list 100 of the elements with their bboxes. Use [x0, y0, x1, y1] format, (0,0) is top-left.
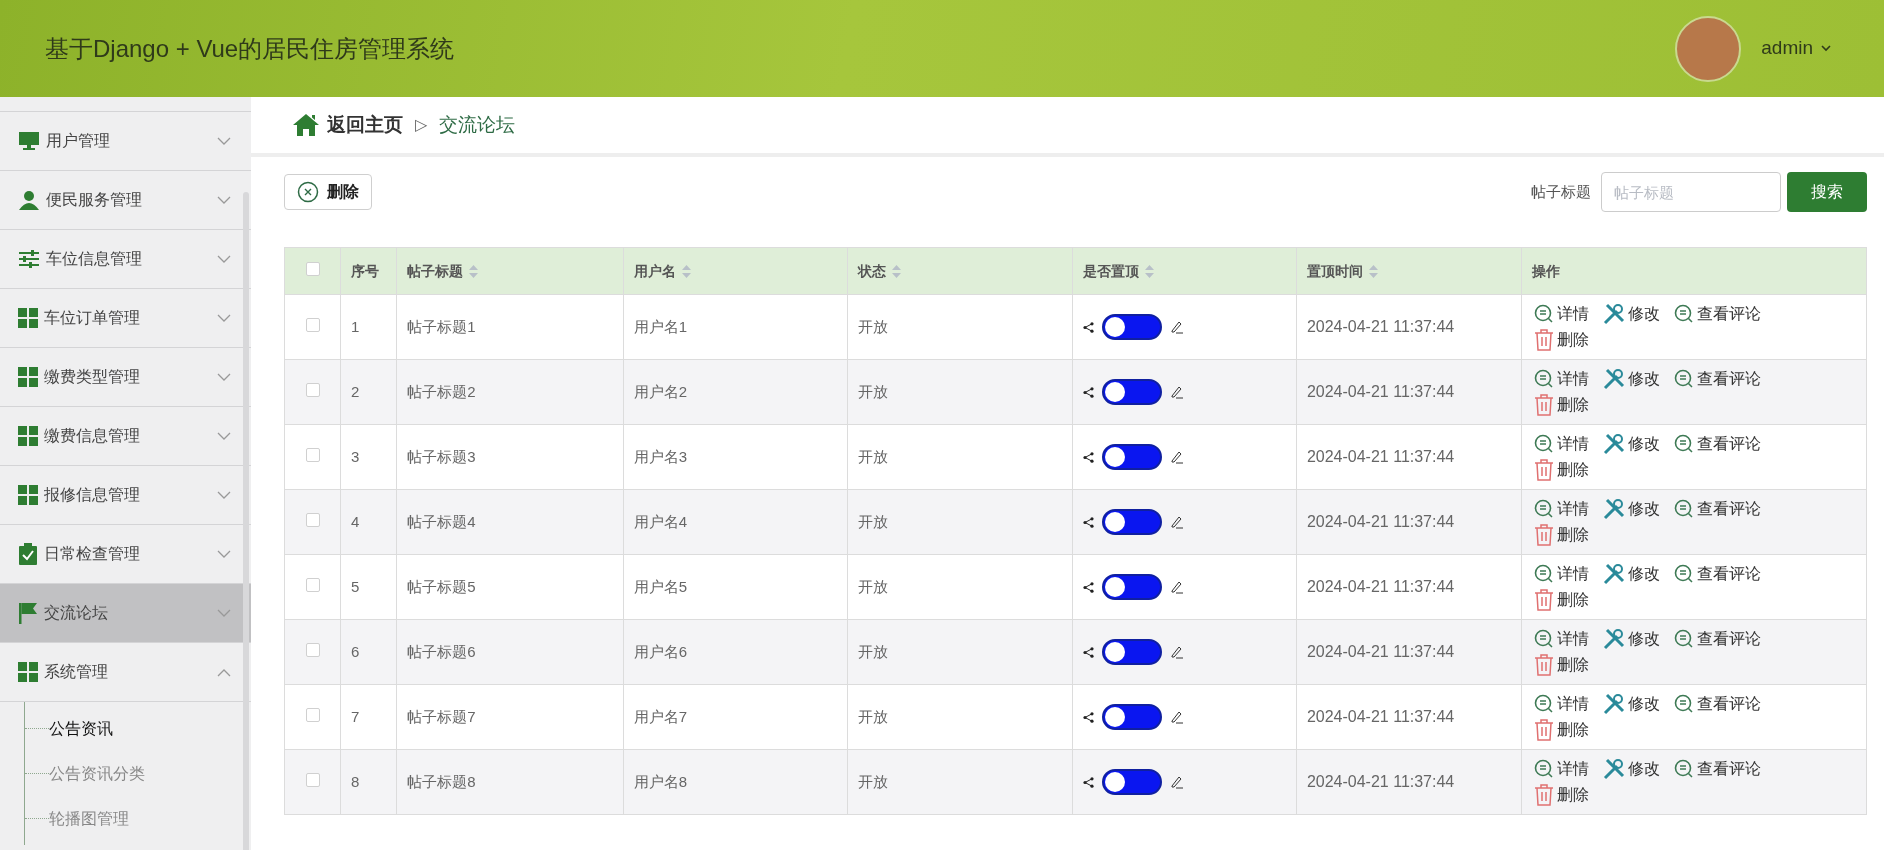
tools-icon: [1603, 303, 1626, 325]
checkbox[interactable]: [305, 447, 320, 462]
close-circle-icon: [297, 181, 319, 203]
tools-icon: [1603, 693, 1626, 715]
search-icon: [1534, 369, 1555, 389]
edit-link[interactable]: 修改: [1603, 432, 1661, 456]
toggle-switch[interactable]: [1101, 314, 1162, 340]
column-header[interactable]: 用户名: [633, 260, 676, 282]
pencil-icon: [1169, 580, 1184, 594]
flag-icon: [18, 602, 38, 624]
sort-icon: [469, 264, 479, 278]
detail-link[interactable]: 详情: [1534, 757, 1590, 781]
username: 用户名1: [633, 317, 688, 335]
toggle-switch[interactable]: [1101, 509, 1162, 535]
status-text: 开放: [858, 642, 889, 660]
trash-icon: [1534, 524, 1555, 546]
post-title: 帖子标题2: [407, 382, 476, 400]
detail-link[interactable]: 详情: [1534, 627, 1590, 651]
sidebar-item[interactable]: 交流论坛: [0, 584, 251, 643]
post-title: 帖子标题8: [407, 772, 476, 790]
sidebar-item[interactable]: 用户管理: [0, 112, 251, 171]
checkbox[interactable]: [305, 382, 320, 397]
detail-link[interactable]: 详情: [1534, 562, 1590, 586]
status-text: 开放: [858, 772, 889, 790]
checkbox[interactable]: [305, 261, 320, 276]
column-header[interactable]: 置顶时间: [1306, 260, 1363, 282]
search-icon: [1534, 499, 1555, 519]
trash-icon: [1534, 589, 1555, 611]
username: 用户名4: [633, 512, 688, 530]
detail-link[interactable]: 详情: [1534, 367, 1590, 391]
username: 用户名6: [633, 642, 688, 660]
column-header: 序号: [351, 261, 380, 281]
home-icon: [293, 114, 319, 136]
search-icon: [1674, 759, 1695, 779]
app-title: 基于Django + Vue的居民住房管理系统: [45, 33, 455, 64]
grid-icon: [18, 662, 38, 682]
delete-link[interactable]: 删除: [1534, 783, 1590, 807]
detail-link[interactable]: 详情: [1534, 302, 1590, 326]
delete-link[interactable]: 删除: [1534, 328, 1590, 352]
delete-button[interactable]: 删除: [284, 174, 372, 210]
detail-link[interactable]: 详情: [1534, 432, 1590, 456]
toggle-switch[interactable]: [1101, 379, 1162, 405]
search-icon: [1674, 304, 1695, 324]
chevron-down-icon: [217, 490, 231, 500]
search-button[interactable]: 搜索: [1787, 172, 1867, 212]
checkbox[interactable]: [305, 772, 320, 787]
tools-icon: [1603, 563, 1626, 585]
share-icon: [1082, 581, 1094, 593]
submenu-item[interactable]: 公告资讯: [49, 716, 113, 741]
comments-link[interactable]: 查看评论: [1674, 562, 1762, 586]
chevron-down-icon: [217, 136, 231, 146]
toggle-switch[interactable]: [1101, 704, 1162, 730]
comments-link[interactable]: 查看评论: [1674, 432, 1762, 456]
search-field[interactable]: 帖子标题: [1601, 172, 1781, 212]
row-number: 5: [351, 577, 360, 595]
detail-link[interactable]: 详情: [1534, 692, 1590, 716]
comments-link[interactable]: 查看评论: [1674, 692, 1762, 716]
toggle-switch[interactable]: [1101, 769, 1162, 795]
username: 用户名8: [633, 772, 688, 790]
checkbox[interactable]: [305, 707, 320, 722]
edit-link[interactable]: 修改: [1603, 562, 1661, 586]
delete-link[interactable]: 删除: [1534, 523, 1590, 547]
edit-link[interactable]: 修改: [1603, 627, 1661, 651]
delete-link[interactable]: 删除: [1534, 653, 1590, 677]
trash-icon: [1534, 394, 1555, 416]
edit-link[interactable]: 修改: [1603, 497, 1661, 521]
toggle-switch[interactable]: [1101, 444, 1162, 470]
edit-link[interactable]: 修改: [1603, 757, 1661, 781]
comments-link[interactable]: 查看评论: [1674, 367, 1762, 391]
share-icon: [1082, 776, 1094, 788]
delete-link[interactable]: 删除: [1534, 718, 1590, 742]
toggle-switch[interactable]: [1101, 639, 1162, 665]
comments-link[interactable]: 查看评论: [1674, 627, 1762, 651]
checkbox[interactable]: [305, 577, 320, 592]
row-number: 8: [351, 772, 360, 790]
checkbox[interactable]: [305, 512, 320, 527]
clipboard-check-icon: [18, 543, 38, 565]
edit-link[interactable]: 修改: [1603, 692, 1661, 716]
comments-link[interactable]: 查看评论: [1674, 302, 1762, 326]
delete-link[interactable]: 删除: [1534, 458, 1590, 482]
checkbox[interactable]: [305, 642, 320, 657]
pin-time: 2024-04-21 11:37:44: [1306, 643, 1455, 660]
column-header[interactable]: 是否置顶: [1082, 260, 1139, 282]
trash-icon: [1534, 459, 1555, 481]
pencil-icon: [1169, 775, 1184, 789]
user-menu[interactable]: admin: [1753, 34, 1839, 63]
delete-link[interactable]: 删除: [1534, 393, 1590, 417]
home-link[interactable]: 返回主页: [293, 110, 403, 140]
column-header[interactable]: 状态: [858, 260, 887, 282]
checkbox[interactable]: [305, 317, 320, 332]
comments-link[interactable]: 查看评论: [1674, 497, 1762, 521]
detail-link[interactable]: 详情: [1534, 497, 1590, 521]
edit-link[interactable]: 修改: [1603, 302, 1661, 326]
column-header[interactable]: 帖子标题: [407, 260, 464, 282]
row-number: 1: [351, 317, 360, 335]
edit-link[interactable]: 修改: [1603, 367, 1661, 391]
pin-time: 2024-04-21 11:37:44: [1306, 708, 1455, 725]
comments-link[interactable]: 查看评论: [1674, 757, 1762, 781]
delete-link[interactable]: 删除: [1534, 588, 1590, 612]
toggle-switch[interactable]: [1101, 574, 1162, 600]
